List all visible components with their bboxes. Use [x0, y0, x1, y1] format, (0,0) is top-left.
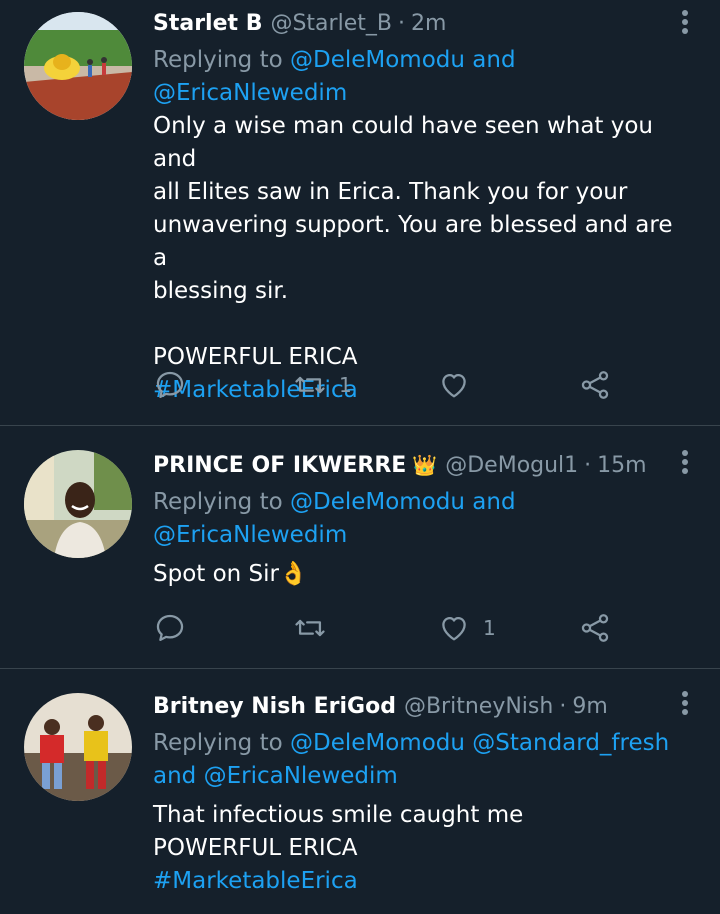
- mention-link[interactable]: @DeleMomodu: [290, 730, 465, 756]
- tweet-1[interactable]: Starlet B @Starlet_B · 2m Replying to @D…: [0, 0, 720, 425]
- like-icon: [442, 373, 466, 398]
- tweet-actions: 1: [153, 610, 633, 646]
- like-button[interactable]: 1: [437, 610, 496, 646]
- and-text: and: [472, 489, 516, 515]
- timestamp[interactable]: 2m: [411, 11, 446, 36]
- like-icon: [442, 616, 466, 641]
- text-line: blessing sir.: [153, 278, 289, 304]
- text-line: That infectious smile caught me: [153, 802, 524, 828]
- share-icon: [581, 371, 609, 399]
- text-line: unwavering support. You are blessed and …: [153, 212, 673, 271]
- reply-icon: [156, 614, 184, 642]
- user-handle[interactable]: @DeMogul1: [445, 453, 578, 478]
- replying-label: Replying to: [153, 47, 283, 73]
- share-button[interactable]: [578, 610, 612, 646]
- avatar-prince-of-ikwerre[interactable]: [24, 450, 132, 558]
- share-icon: [581, 614, 609, 642]
- replying-label: Replying to: [153, 489, 283, 515]
- text-line: Only a wise man could have seen what you…: [153, 113, 654, 172]
- and-text: and: [472, 47, 516, 73]
- replying-to: Replying to @DeleMomodu and @EricaNlewed…: [153, 486, 690, 552]
- tweet-text: Spot on Sir👌: [153, 558, 690, 591]
- text-line: POWERFUL ERICA: [153, 835, 358, 861]
- tweet-header: Britney Nish EriGod @BritneyNish · 9m: [153, 689, 690, 723]
- display-name[interactable]: Starlet B: [153, 11, 262, 36]
- mention-link[interactable]: @DeleMomodu: [290, 489, 465, 515]
- like-count: 1: [483, 616, 496, 640]
- retweet-count: 1: [339, 373, 352, 397]
- hashtag-link[interactable]: #MarketableErica: [153, 865, 690, 898]
- reply-button[interactable]: [153, 610, 187, 646]
- separator: ·: [559, 693, 567, 719]
- tweet-text: Only a wise man could have seen what you…: [153, 110, 690, 407]
- text-line: Spot on Sir: [153, 561, 280, 587]
- mention-link[interactable]: @EricaNlewedim: [153, 80, 347, 106]
- crown-emoji: 👑: [412, 453, 438, 477]
- more-options-icon[interactable]: [680, 691, 690, 721]
- avatar-image: [24, 12, 132, 120]
- retweet-icon: [295, 619, 325, 637]
- separator: ·: [397, 10, 405, 36]
- ok-hand-emoji: 👌: [279, 561, 308, 587]
- reply-icon: [156, 371, 184, 399]
- replying-label: Replying to: [153, 730, 283, 756]
- mention-link[interactable]: @EricaNlewedim: [153, 522, 347, 548]
- separator: ·: [584, 452, 592, 478]
- retweet-button[interactable]: [293, 610, 339, 646]
- mention-link[interactable]: @EricaNlewedim: [204, 763, 398, 789]
- avatar-image: [24, 450, 132, 558]
- mention-link[interactable]: @Standard_fresh: [472, 730, 669, 756]
- timestamp[interactable]: 15m: [597, 453, 646, 478]
- avatar-britney-nish[interactable]: [24, 693, 132, 801]
- timestamp[interactable]: 9m: [572, 694, 607, 719]
- mention-link[interactable]: @DeleMomodu: [290, 47, 465, 73]
- share-button[interactable]: [578, 367, 612, 403]
- user-handle[interactable]: @Starlet_B: [270, 11, 391, 36]
- text-line: all Elites saw in Erica. Thank you for y…: [153, 179, 628, 205]
- more-options-icon[interactable]: [680, 10, 690, 40]
- tweet-header: Starlet B @Starlet_B · 2m: [153, 6, 690, 40]
- tweet-header: PRINCE OF IKWERRE 👑 @DeMogul1 · 15m: [153, 448, 690, 482]
- avatar-image: [24, 693, 132, 801]
- retweet-button[interactable]: 1: [293, 367, 352, 403]
- tweet-text: That infectious smile caught me POWERFUL…: [153, 799, 690, 898]
- reply-button[interactable]: [153, 367, 187, 403]
- tweet-2[interactable]: PRINCE OF IKWERRE 👑 @DeMogul1 · 15m Repl…: [0, 426, 720, 668]
- retweet-icon: [295, 376, 325, 394]
- avatar-starlet-b[interactable]: [24, 12, 132, 120]
- replying-to: Replying to @DeleMomodu @Standard_fresh …: [153, 727, 690, 793]
- display-name[interactable]: PRINCE OF IKWERRE: [153, 453, 406, 478]
- and-text: and: [153, 763, 197, 789]
- replying-to: Replying to @DeleMomodu and @EricaNlewed…: [153, 44, 690, 110]
- tweet-actions: 1: [153, 367, 633, 403]
- user-handle[interactable]: @BritneyNish: [404, 694, 553, 719]
- tweet-3[interactable]: Britney Nish EriGod @BritneyNish · 9m Re…: [0, 669, 720, 914]
- like-button[interactable]: [437, 367, 483, 403]
- more-options-icon[interactable]: [680, 450, 690, 480]
- display-name[interactable]: Britney Nish EriGod: [153, 694, 396, 719]
